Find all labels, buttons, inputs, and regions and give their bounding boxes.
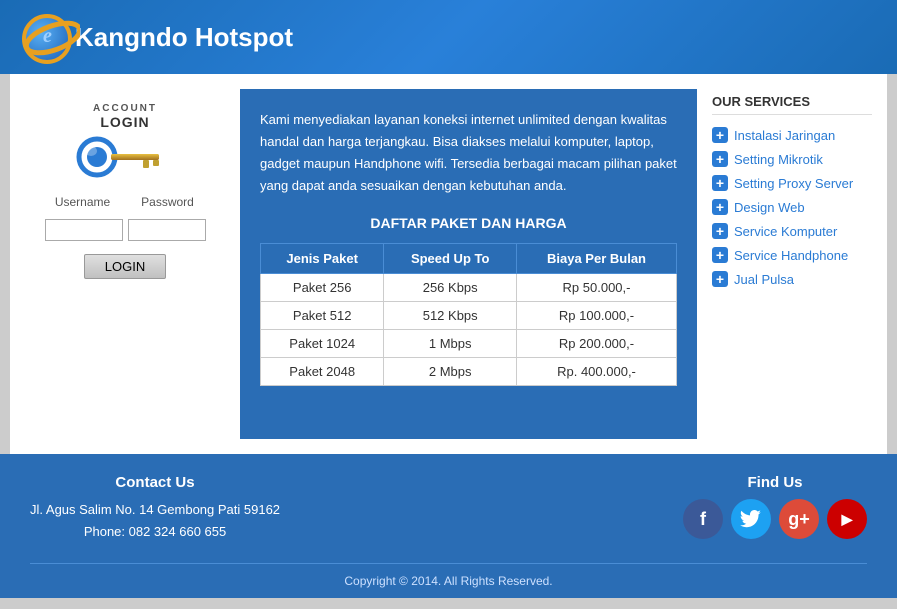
service-link[interactable]: Design Web — [734, 200, 805, 215]
intro-text: Kami menyediakan layanan koneksi interne… — [260, 109, 677, 197]
service-link[interactable]: Service Handphone — [734, 248, 848, 263]
table-cell: Paket 1024 — [261, 330, 384, 358]
twitter-icon[interactable] — [731, 499, 771, 539]
service-item[interactable]: Setting Mikrotik — [712, 151, 872, 167]
services-list: Instalasi Jaringan Setting Mikrotik Settin… — [712, 127, 872, 287]
twitter-bird-icon — [740, 510, 762, 528]
contact-title: Contact Us — [30, 474, 280, 491]
footer: Contact Us Jl. Agus Salim No. 14 Gembong… — [0, 454, 897, 598]
form-row — [45, 219, 206, 241]
username-input[interactable] — [45, 219, 123, 241]
table-header-row: Jenis Paket Speed Up To Biaya Per Bulan — [261, 244, 677, 274]
facebook-icon[interactable]: f — [683, 499, 723, 539]
site-logo: e — [20, 12, 75, 62]
login-button[interactable]: LOGIN — [84, 254, 166, 279]
table-cell: 2 Mbps — [384, 358, 517, 386]
service-plus-icon — [712, 271, 728, 287]
service-link[interactable]: Jual Pulsa — [734, 272, 794, 287]
service-item[interactable]: Service Handphone — [712, 247, 872, 263]
service-plus-icon — [712, 175, 728, 191]
service-item[interactable]: Setting Proxy Server — [712, 175, 872, 191]
service-item[interactable]: Design Web — [712, 199, 872, 215]
services-title: OUR SERVICES — [712, 94, 872, 115]
table-cell: Rp 100.000,- — [517, 302, 677, 330]
table-cell: 256 Kbps — [384, 274, 517, 302]
table-cell: Paket 256 — [261, 274, 384, 302]
social-icons: f g+ ▶ — [683, 499, 867, 539]
table-cell: 512 Kbps — [384, 302, 517, 330]
service-link[interactable]: Setting Proxy Server — [734, 176, 853, 191]
service-link[interactable]: Setting Mikrotik — [734, 152, 823, 167]
password-input[interactable] — [128, 219, 206, 241]
contact-address: Jl. Agus Salim No. 14 Gembong Pati 59162 — [30, 499, 280, 521]
find-title: Find Us — [683, 474, 867, 491]
service-item[interactable]: Instalasi Jaringan — [712, 127, 872, 143]
table-cell: Rp. 400.000,- — [517, 358, 677, 386]
table-row: Paket 20482 MbpsRp. 400.000,- — [261, 358, 677, 386]
footer-top: Contact Us Jl. Agus Salim No. 14 Gembong… — [30, 474, 867, 543]
table-cell: 1 Mbps — [384, 330, 517, 358]
table-row: Paket 10241 MbpsRp 200.000,- — [261, 330, 677, 358]
footer-contact: Contact Us Jl. Agus Salim No. 14 Gembong… — [30, 474, 280, 543]
table-row: Paket 512512 KbpsRp 100.000,- — [261, 302, 677, 330]
googleplus-icon[interactable]: g+ — [779, 499, 819, 539]
service-item[interactable]: Service Komputer — [712, 223, 872, 239]
col-jenis: Jenis Paket — [261, 244, 384, 274]
site-title: Kangndo Hotspot — [75, 22, 293, 53]
left-panel: ACCOUNT LOGIN — [25, 89, 225, 439]
table-cell: Paket 512 — [261, 302, 384, 330]
password-label: Password — [128, 195, 208, 209]
right-panel: OUR SERVICES Instalasi Jaringan Setting M… — [712, 89, 872, 439]
service-plus-icon — [712, 151, 728, 167]
main-container: ACCOUNT LOGIN — [10, 74, 887, 454]
center-panel: Kami menyediakan layanan koneksi interne… — [240, 89, 697, 439]
service-item[interactable]: Jual Pulsa — [712, 271, 872, 287]
service-plus-icon — [712, 247, 728, 263]
footer-copyright: Copyright © 2014. All Rights Reserved. — [30, 563, 867, 588]
table-cell: Rp 50.000,- — [517, 274, 677, 302]
col-speed: Speed Up To — [384, 244, 517, 274]
footer-find: Find Us f g+ ▶ — [683, 474, 867, 539]
service-plus-icon — [712, 199, 728, 215]
service-link[interactable]: Service Komputer — [734, 224, 837, 239]
account-login-section: ACCOUNT LOGIN — [75, 99, 175, 180]
col-biaya: Biaya Per Bulan — [517, 244, 677, 274]
form-labels: Username Password — [43, 195, 208, 209]
service-plus-icon — [712, 223, 728, 239]
header: e Kangndo Hotspot — [0, 0, 897, 74]
logo-ring-icon — [18, 10, 80, 68]
table-row: Paket 256256 KbpsRp 50.000,- — [261, 274, 677, 302]
table-title: DAFTAR PAKET DAN HARGA — [260, 215, 677, 231]
table-cell: Rp 200.000,- — [517, 330, 677, 358]
account-label: ACCOUNT — [93, 103, 157, 114]
key-icon — [75, 135, 175, 180]
service-plus-icon — [712, 127, 728, 143]
paket-table: Jenis Paket Speed Up To Biaya Per Bulan … — [260, 243, 677, 386]
login-label: LOGIN — [100, 114, 149, 130]
contact-phone: Phone: 082 324 660 655 — [30, 521, 280, 543]
username-label: Username — [43, 195, 123, 209]
table-cell: Paket 2048 — [261, 358, 384, 386]
youtube-icon[interactable]: ▶ — [827, 499, 867, 539]
service-link[interactable]: Instalasi Jaringan — [734, 128, 835, 143]
